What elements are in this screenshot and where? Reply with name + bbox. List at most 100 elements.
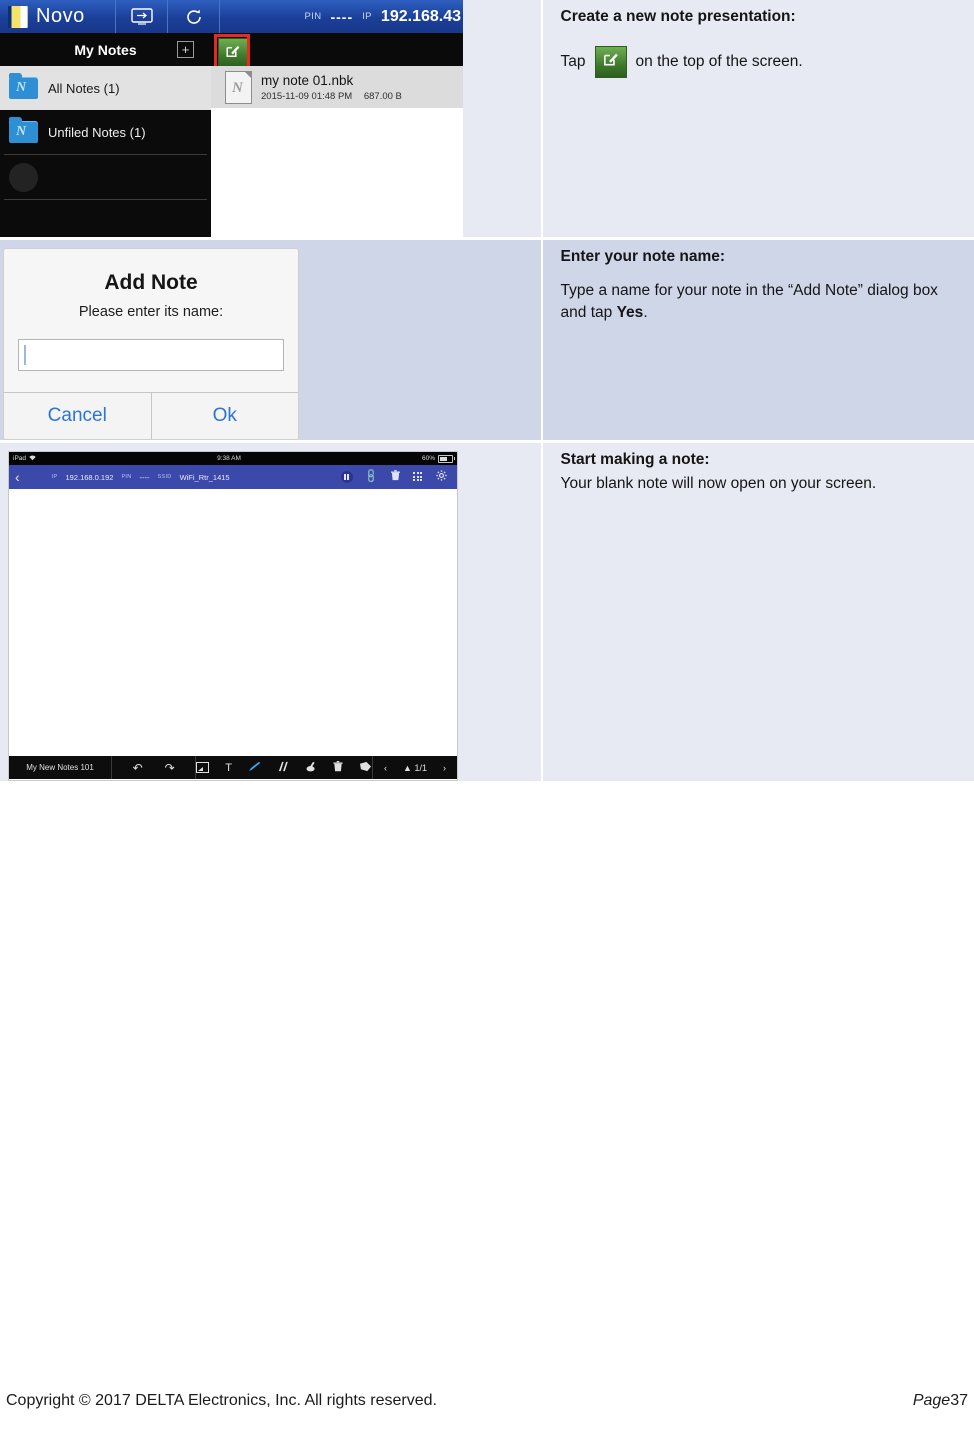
sidebar-divider [4, 199, 207, 200]
page-stack-group[interactable]: ▲ 1/1 [403, 763, 427, 773]
novo-toolbar: Novo PIN ---- IP 192.168.43 [0, 0, 463, 33]
ip-value: 192.168.0.192 [65, 472, 114, 482]
ok-button[interactable]: Ok [150, 393, 298, 439]
row-1-heading: Create a new note presentation: [560, 8, 796, 25]
sidebar-item-all-notes[interactable]: N All Notes (1) [0, 66, 211, 110]
redo-icon[interactable]: ↷ [165, 761, 175, 775]
present-screen-icon[interactable] [116, 0, 168, 33]
dialog-button-row: Cancel Ok [4, 392, 298, 439]
note-file-icon: N [225, 70, 252, 104]
row-3-body: Your blank note will now open on your sc… [560, 475, 877, 492]
eraser-icon[interactable] [305, 761, 317, 775]
undo-redo-group: ↶ ↷ [112, 756, 197, 779]
status-left: iPad [13, 455, 36, 463]
file-name: my note 01.nbk [261, 73, 354, 88]
page-navigation: ‹ ▲ 1/1 › [373, 756, 457, 779]
wifi-icon [29, 455, 36, 463]
hand-icon[interactable] [359, 761, 372, 775]
row-3-heading: Start making a note: [560, 451, 710, 468]
ip-value: 192.168.43 [380, 7, 461, 25]
page-indicator: 1/1 [414, 762, 427, 773]
row-1-text-cell: Create a new note presentation: Tap on t… [542, 0, 974, 237]
table-row: Novo PIN ---- IP 192.168.43 My Notes + N… [0, 0, 974, 237]
row-3-screenshot-cell: iPad 9:38 AM 60% ‹ IP 192.168.0.192 PIN … [0, 443, 541, 781]
next-page-icon[interactable]: › [443, 763, 446, 773]
page-stack-icon: ▲ [403, 762, 412, 773]
note-canvas[interactable] [9, 489, 457, 756]
battery-percent: 60% [421, 455, 435, 462]
text-icon[interactable]: T [225, 762, 232, 774]
status-time: 9:38 AM [217, 455, 241, 462]
row-2-screenshot-cell: Add Note Please enter its name: Cancel O… [0, 240, 541, 440]
page-number: 37 [950, 1392, 968, 1409]
new-note-highlight-box [214, 34, 250, 70]
back-chevron-icon[interactable]: ‹ [15, 469, 20, 485]
sidebar-empty-item[interactable] [0, 155, 211, 199]
trash-icon[interactable] [333, 760, 343, 775]
novo-connection-info: PIN ---- IP 192.168.43 [304, 0, 463, 33]
note-name-input[interactable] [18, 339, 284, 371]
tap-suffix: on the top of the screen. [635, 53, 803, 70]
row-2-text-cell: Enter your note name: Type a name for yo… [542, 240, 974, 440]
novo-logo-segment[interactable]: Novo [0, 0, 116, 33]
ip-label: IP [51, 474, 58, 480]
note-toolbar-icons: 🔗 [340, 468, 451, 485]
add-note-dialog-screenshot: Add Note Please enter its name: Cancel O… [3, 248, 299, 440]
sidebar-item-label: All Notes (1) [48, 80, 120, 96]
marker-icon[interactable] [277, 761, 289, 775]
note-top-toolbar: ‹ IP 192.168.0.192 PIN ---- SSID WiFi_Rt… [9, 465, 457, 489]
image-icon[interactable] [196, 762, 210, 773]
tool-group: T [196, 756, 373, 779]
file-date: 2015-11-09 01:48 PM [261, 91, 353, 102]
pin-value: ---- [330, 8, 354, 25]
row-2-body-part2: . [643, 304, 648, 321]
notes-sidebar: N All Notes (1) N Unfiled Notes (1) [0, 66, 211, 237]
row-3-text-cell: Start making a note: Your blank note wil… [542, 443, 974, 781]
gear-icon[interactable] [436, 470, 447, 484]
table-row: Add Note Please enter its name: Cancel O… [0, 240, 974, 440]
folder-icon: N [9, 117, 38, 143]
grid-icon[interactable] [413, 472, 423, 482]
pin-value: ---- [139, 472, 150, 482]
new-note-icon [594, 46, 627, 78]
row-2-body-bold: Yes [616, 304, 644, 321]
new-note-glyph [602, 50, 619, 74]
page-label: Page [912, 1392, 951, 1409]
undo-icon[interactable]: ↶ [133, 761, 143, 775]
prev-page-icon[interactable]: ‹ [384, 763, 387, 773]
text-caret [24, 345, 26, 365]
plus-box-icon[interactable]: + [177, 41, 194, 58]
ip-label: IP [362, 11, 372, 22]
dialog-subtitle: Please enter its name: [78, 304, 224, 320]
note-title: My New Notes 101 [9, 756, 113, 779]
notes-file-pane: N my note 01.nbk 2015-11-09 01:48 PM 687… [211, 66, 463, 237]
pen-icon[interactable] [248, 761, 261, 775]
connection-info: IP 192.168.0.192 PIN ---- SSID WiFi_Rtr_… [52, 473, 230, 482]
tablet-note-canvas-screenshot: iPad 9:38 AM 60% ‹ IP 192.168.0.192 PIN … [8, 451, 458, 781]
cancel-button[interactable]: Cancel [4, 393, 151, 439]
status-right: 60% [421, 454, 455, 463]
row-2-body: Type a name for your note in the “Add No… [561, 280, 962, 324]
file-size: 687.00 B [363, 91, 402, 102]
battery-icon [438, 454, 455, 463]
ios-status-bar: iPad 9:38 AM 60% [9, 452, 457, 465]
pause-icon[interactable] [340, 471, 353, 483]
link-icon[interactable]: 🔗 [363, 468, 380, 485]
sidebar-item-unfiled-notes[interactable]: N Unfiled Notes (1) [0, 110, 211, 154]
novo-app-name: Novo [36, 5, 85, 27]
pin-label: PIN [121, 474, 132, 480]
refresh-icon[interactable] [168, 0, 220, 33]
novo-logo-icon [8, 5, 28, 28]
instruction-table: Novo PIN ---- IP 192.168.43 My Notes + N… [0, 0, 974, 781]
row-1-screenshot-cell: Novo PIN ---- IP 192.168.43 My Notes + N… [0, 0, 541, 237]
ssid-label: SSID [157, 474, 172, 480]
list-item[interactable]: N my note 01.nbk 2015-11-09 01:48 PM 687… [211, 66, 463, 108]
page-footer: Copyright © 2017 DELTA Electronics, Inc.… [0, 1392, 974, 1410]
page-number-block: Page37 [913, 1392, 968, 1410]
row-1-tap-instruction: Tap on the top of the screen. [561, 46, 962, 78]
novo-my-notes-screenshot: Novo PIN ---- IP 192.168.43 My Notes + N… [0, 0, 463, 237]
copyright-text: Copyright © 2017 DELTA Electronics, Inc.… [6, 1392, 437, 1409]
device-name: iPad [13, 455, 27, 462]
trash-icon[interactable] [391, 470, 400, 484]
sidebar-item-label: Unfiled Notes (1) [48, 124, 146, 140]
